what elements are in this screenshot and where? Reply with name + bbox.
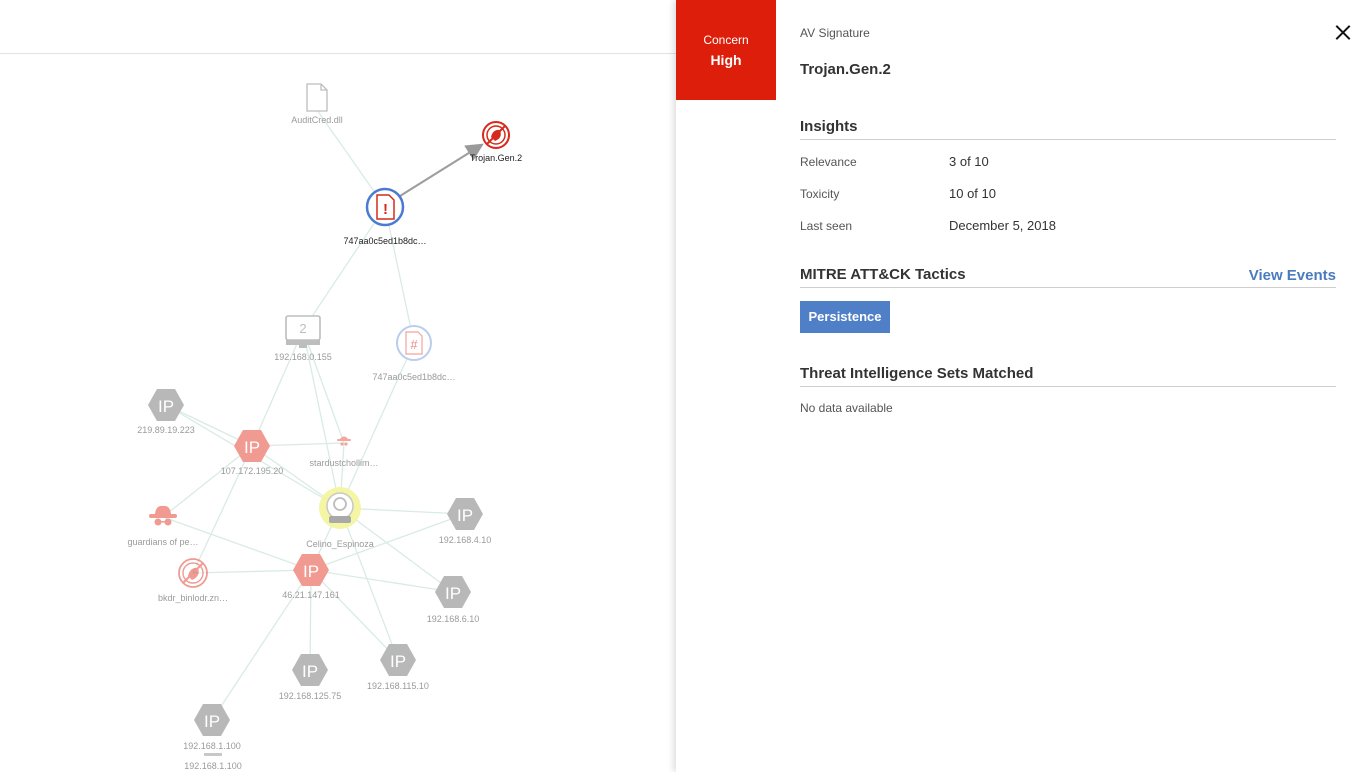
host-count-badge: 2 (299, 321, 306, 336)
graph-node-ip[interactable]: IP 192.168.4.10 (439, 498, 492, 545)
svg-text:IP: IP (158, 397, 174, 416)
computer-icon: 2 (285, 315, 321, 348)
graph-node-ip[interactable]: IP 46.21.147.161 (282, 554, 340, 600)
svg-text:#: # (410, 337, 418, 352)
svg-text:!: ! (383, 201, 388, 218)
node-label: Trojan.Gen.2 (470, 153, 522, 163)
svg-text:IP: IP (445, 584, 461, 603)
node-label: 747aa0c5ed1b8dc… (372, 372, 455, 382)
svg-text:IP: IP (204, 712, 220, 731)
node-label: 192.168.1.100 (184, 761, 242, 771)
node-label: Celino_Espinoza (306, 539, 374, 549)
graph-node-av-signature[interactable]: Trojan.Gen.2 (470, 121, 522, 163)
computer-icon (204, 753, 222, 756)
malicious-file-icon: ! (365, 187, 405, 227)
svg-text:IP: IP (390, 652, 406, 671)
ip-icon: IP (380, 644, 416, 676)
concern-badge: Concern High (676, 0, 776, 100)
node-label: 192.168.115.10 (367, 681, 429, 691)
concern-label: Concern (703, 33, 749, 47)
graph-node-ip[interactable]: IP 219.89.19.223 (137, 389, 195, 435)
node-label: AuditCred.dll (291, 115, 343, 125)
graph-node-hash-file[interactable]: # 747aa0c5ed1b8dc… (372, 325, 456, 382)
node-label: 747aa0c5ed1b8dc… (343, 236, 426, 246)
relevance-value: 3 of 10 (949, 154, 989, 169)
node-label: 219.89.19.223 (137, 425, 195, 435)
empty-state-text: No data available (800, 401, 893, 415)
node-label: bkdr_binlodr.zn… (158, 593, 228, 603)
node-label: 192.168.0.155 (274, 352, 332, 362)
ip-icon: IP (292, 654, 328, 686)
graph-node-host[interactable]: 192.168.1.100 (184, 753, 242, 771)
node-label: 192.168.6.10 (427, 614, 480, 624)
relevance-key: Relevance (800, 155, 857, 169)
ip-icon: IP (194, 704, 230, 736)
close-icon[interactable] (1330, 20, 1356, 46)
graph-canvas[interactable]: AuditCred.dll Trojan.Gen.2 ! 747aa0c5ed1… (0, 0, 676, 772)
node-label: 192.168.125.75 (279, 691, 342, 701)
ip-icon: IP (435, 576, 471, 608)
av-signature-icon (482, 121, 510, 149)
graph-edges (162, 109, 466, 721)
last-seen-key: Last seen (800, 219, 853, 233)
graph-node-ip[interactable]: IP 192.168.1.100 (183, 704, 241, 751)
graph-node-file[interactable]: AuditCred.dll (291, 83, 343, 125)
file-icon (306, 83, 328, 112)
svg-text:IP: IP (302, 662, 318, 681)
last-seen-value: December 5, 2018 (949, 218, 1056, 233)
graph-node-av-signature[interactable]: bkdr_binlodr.zn… (158, 558, 228, 603)
node-label: 192.168.4.10 (439, 535, 492, 545)
view-events-link[interactable]: View Events (1249, 267, 1336, 284)
graph-node-ip[interactable]: IP 107.172.195.20 (221, 430, 284, 476)
ip-icon: IP (293, 554, 329, 586)
hash-file-icon: # (396, 325, 432, 361)
node-label: 107.172.195.20 (221, 466, 284, 476)
node-label: 192.168.1.100 (183, 741, 241, 751)
node-label: guardians of pe… (127, 537, 198, 547)
svg-text:IP: IP (303, 562, 319, 581)
svg-text:IP: IP (457, 506, 473, 525)
graph-node-ip[interactable]: IP 192.168.115.10 (367, 644, 429, 691)
ip-icon: IP (234, 430, 270, 462)
tactic-chip-persistence[interactable]: Persistence (800, 301, 890, 333)
ip-icon: IP (148, 389, 184, 421)
concern-level: High (710, 52, 742, 68)
av-signature-icon (178, 558, 208, 588)
toxicity-key: Toxicity (800, 187, 840, 201)
graph-node-host[interactable]: 2 192.168.0.155 (274, 315, 332, 362)
ip-icon: IP (447, 498, 483, 530)
app-root: AuditCred.dll Trojan.Gen.2 ! 747aa0c5ed1… (0, 0, 1372, 772)
entity-name: Trojan.Gen.2 (800, 61, 891, 78)
toxicity-value: 10 of 10 (949, 186, 996, 201)
node-label: stardustchollim… (309, 458, 378, 468)
details-panel: Concern High AV Signature Trojan.Gen.2 I… (676, 0, 1372, 772)
graph-node-user[interactable]: Celino_Espinoza (306, 487, 374, 549)
selected-edge-arrow (399, 143, 484, 197)
svg-text:IP: IP (244, 438, 260, 457)
node-label: 46.21.147.161 (282, 590, 340, 600)
graph-node-malicious-file[interactable]: ! 747aa0c5ed1b8dc… (343, 187, 427, 246)
threat-intel-heading: Threat Intelligence Sets Matched (800, 365, 1336, 387)
graph-node-ip[interactable]: IP 192.168.6.10 (427, 576, 480, 624)
graph-area[interactable]: AuditCred.dll Trojan.Gen.2 ! 747aa0c5ed1… (0, 0, 676, 772)
graph-node-ip[interactable]: IP 192.168.125.75 (279, 654, 342, 701)
user-icon (326, 492, 354, 523)
entity-type-label: AV Signature (800, 26, 870, 40)
insights-heading: Insights (800, 118, 1336, 140)
